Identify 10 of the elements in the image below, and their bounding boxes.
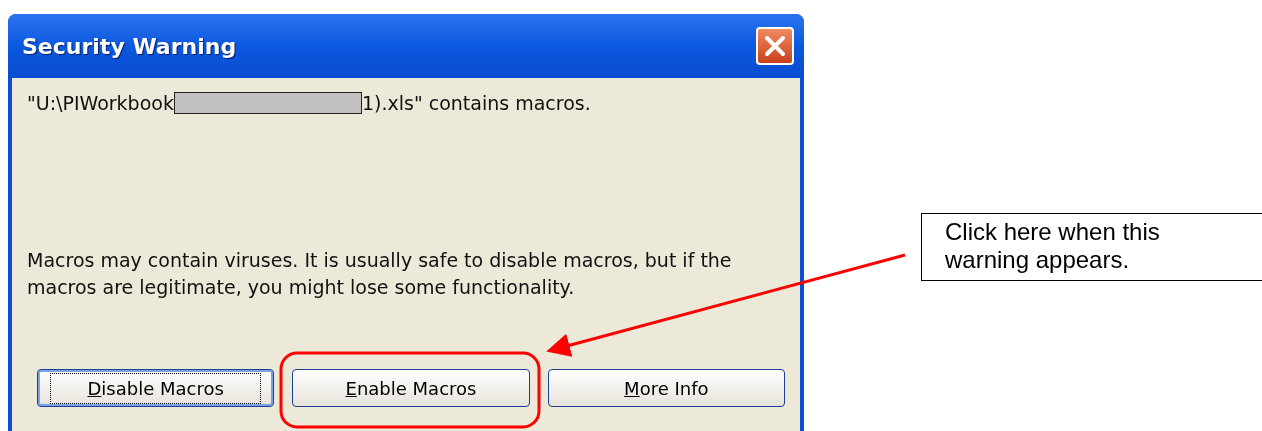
dialog-button[interactable]: More Info (547, 369, 785, 407)
window-title: Security Warning (22, 32, 237, 61)
close-icon (764, 35, 786, 57)
dialog-button[interactable]: Disable Macros (37, 369, 275, 407)
file-path-text: 1).xls" contains macros. (361, 90, 591, 116)
warning-text: Macros may contain viruses. It is usually safe to disable macros, but if the macros are legitimate, you might lose some functionality. (27, 248, 733, 300)
file-path-text: "U:\PIWorkbook (27, 90, 174, 116)
close-button[interactable] (756, 27, 794, 65)
callout: Click here when this warning appears. (921, 213, 1262, 281)
dialog-button[interactable]: Enable Macros (292, 369, 530, 407)
